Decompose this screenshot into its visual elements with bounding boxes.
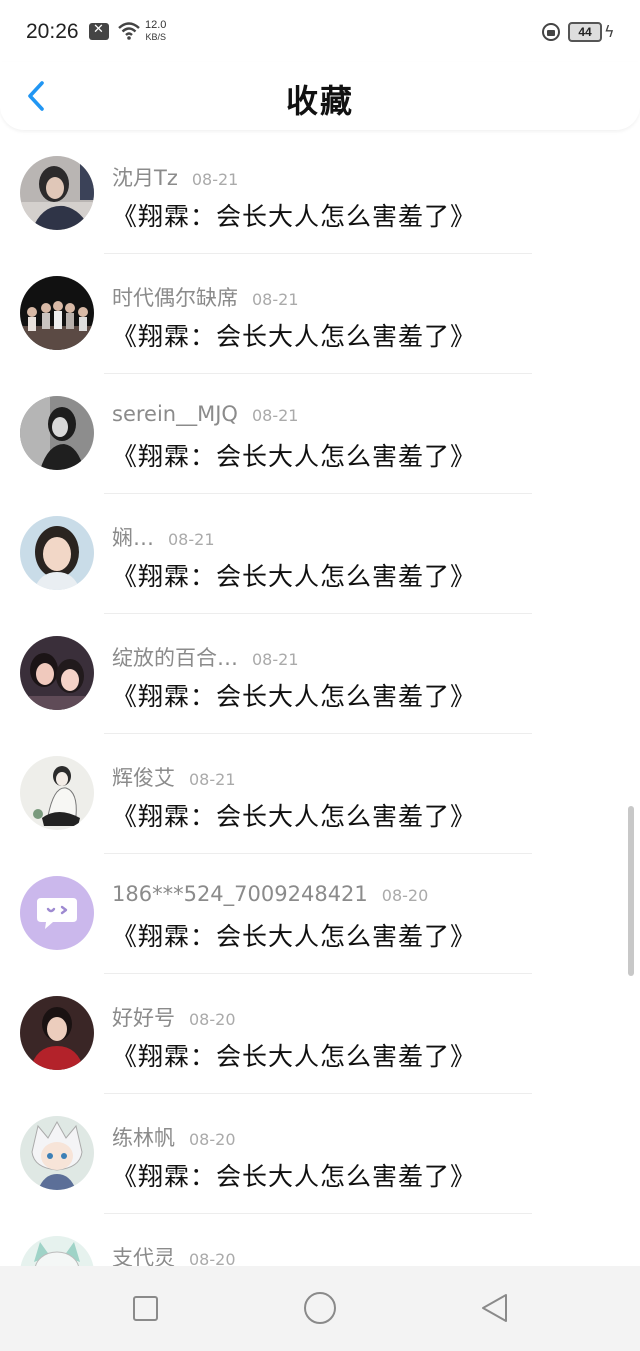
avatar[interactable] (20, 876, 94, 950)
header: 收藏 (0, 62, 640, 130)
page-title: 收藏 (285, 82, 354, 120)
list-item[interactable]: 好好号 08-20 《翔霖：会长大人怎么害羞了》 (0, 974, 640, 1094)
avatar[interactable] (20, 156, 94, 230)
username[interactable]: 时代偶尔缺席 08-21 (112, 282, 299, 312)
post-date: 08-21 (251, 406, 299, 425)
username[interactable]: 练林帆 08-20 (112, 1122, 236, 1152)
post-date: 08-21 (252, 650, 299, 669)
home-circle-icon[interactable] (304, 1292, 336, 1324)
avatar[interactable] (20, 276, 94, 350)
avatar[interactable] (20, 996, 94, 1070)
chat-bubble-icon (37, 898, 77, 929)
net-speed: 12.0 KB/S (145, 19, 166, 43)
post-date: 08-20 (189, 1010, 236, 1029)
list-item[interactable]: 支代灵 08-20 (0, 1214, 640, 1266)
battery-level: 44 (578, 25, 592, 39)
item-title[interactable]: 《翔霖：会长大人怎么害羞了》 (112, 197, 476, 233)
wifi-icon (118, 22, 140, 40)
item-title[interactable]: 《翔霖：会长大人怎么害羞了》 (112, 1037, 476, 1073)
avatar[interactable] (20, 516, 94, 590)
post-date: 08-21 (168, 530, 215, 549)
item-title[interactable]: 《翔霖：会长大人怎么害羞了》 (112, 437, 476, 473)
post-date: 08-21 (252, 290, 299, 309)
list-item[interactable]: serein__MJQ 08-21 《翔霖：会长大人怎么害羞了》 (0, 374, 640, 494)
username[interactable]: 辉俊艾 08-21 (112, 762, 236, 792)
list-item[interactable]: 绽放的百合… 08-21 《翔霖：会长大人怎么害羞了》 (0, 614, 640, 734)
recents-square-icon[interactable] (133, 1296, 158, 1321)
list-item[interactable]: 沈月Tz 08-21 《翔霖：会长大人怎么害羞了》 (0, 134, 640, 254)
username[interactable]: 好好号 08-20 (112, 1002, 236, 1032)
username[interactable]: serein__MJQ 08-21 (112, 402, 298, 426)
item-title[interactable]: 《翔霖：会长大人怎么害羞了》 (112, 677, 476, 713)
status-bar: 20:26 12.0 KB/S 44 ϟ (0, 0, 640, 62)
username[interactable]: 娴… 08-21 (112, 522, 215, 552)
net-speed-unit: KB/S (145, 32, 166, 42)
list-item[interactable]: 练林帆 08-20 《翔霖：会长大人怎么害羞了》 (0, 1094, 640, 1214)
item-title[interactable]: 《翔霖：会长大人怎么害羞了》 (112, 1157, 476, 1193)
item-title[interactable]: 《翔霖：会长大人怎么害羞了》 (112, 557, 476, 593)
list-item[interactable]: 娴… 08-21 《翔霖：会长大人怎么害羞了》 (0, 494, 640, 614)
back-triangle-icon[interactable] (479, 1292, 509, 1324)
post-date: 08-20 (189, 1250, 236, 1266)
username[interactable]: 绽放的百合… 08-21 (112, 642, 299, 672)
username[interactable]: 沈月Tz 08-21 (112, 162, 238, 192)
username[interactable]: 186***524_7009248421 08-20 (112, 882, 428, 906)
rotation-lock-icon (542, 23, 560, 41)
list-item[interactable]: 时代偶尔缺席 08-21 《翔霖：会长大人怎么害羞了》 (0, 254, 640, 374)
charging-icon: ϟ (604, 22, 615, 41)
avatar[interactable] (20, 1236, 94, 1266)
post-date: 08-20 (189, 1130, 236, 1149)
scrollbar[interactable] (628, 806, 634, 976)
avatar[interactable] (20, 756, 94, 830)
post-date: 08-20 (381, 886, 429, 905)
item-title[interactable]: 《翔霖：会长大人怎么害羞了》 (112, 797, 476, 833)
net-speed-value: 12.0 (145, 19, 167, 31)
post-date: 08-21 (191, 170, 239, 189)
list-item[interactable]: 辉俊艾 08-21 《翔霖：会长大人怎么害羞了》 (0, 734, 640, 854)
item-title[interactable]: 《翔霖：会长大人怎么害羞了》 (112, 317, 476, 353)
username[interactable]: 支代灵 08-20 (112, 1242, 236, 1266)
item-title[interactable]: 《翔霖：会长大人怎么害羞了》 (112, 917, 476, 953)
avatar[interactable] (20, 1116, 94, 1190)
post-date: 08-21 (189, 770, 236, 789)
battery-icon: 44 (568, 22, 602, 42)
status-time: 20:26 (26, 20, 79, 43)
avatar[interactable] (20, 636, 94, 710)
avatar[interactable] (20, 396, 94, 470)
list-item[interactable]: 186***524_7009248421 08-20 《翔霖：会长大人怎么害羞了》 (0, 854, 640, 974)
no-sim-icon (89, 22, 109, 40)
favorites-list[interactable]: 沈月Tz 08-21 《翔霖：会长大人怎么害羞了》 时代偶尔缺席 08-21 《翔霖… (0, 134, 640, 1266)
